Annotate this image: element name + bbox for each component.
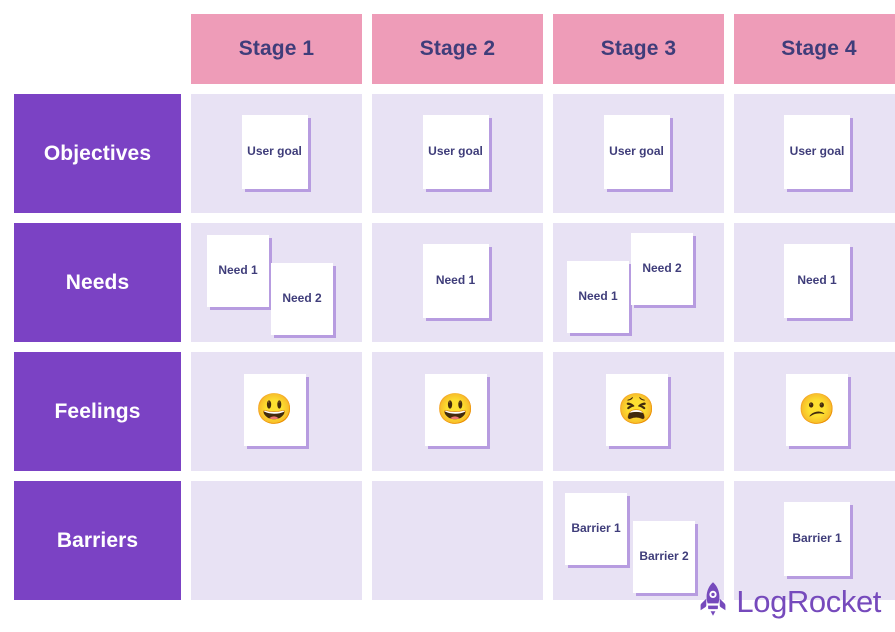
logrocket-wordmark: LogRocket: [736, 583, 881, 619]
distressed-face-emoji: 😫: [617, 392, 656, 426]
sticky-note-text: Barrier 1: [792, 530, 842, 545]
sticky-note-text: Need 1: [578, 289, 618, 304]
sticky-note[interactable]: User goal: [241, 114, 308, 189]
sticky-note-text: User goal: [789, 143, 845, 158]
cell-barriers-stage2[interactable]: [372, 481, 543, 600]
sticky-note-text: Need 2: [642, 261, 682, 276]
sticky-note[interactable]: User goal: [603, 114, 670, 189]
stage-header-label: Stage 1: [238, 37, 315, 60]
cell-objectives-stage4[interactable]: User goal: [734, 94, 895, 213]
row-header-needs[interactable]: Needs: [14, 223, 181, 342]
row-header-label: Objectives: [43, 141, 152, 165]
sticky-note[interactable]: Barrier 1: [784, 501, 850, 576]
sticky-note-text: Need 1: [218, 263, 258, 278]
stage-header-1[interactable]: Stage 1: [191, 14, 362, 84]
sticky-note-text: User goal: [247, 143, 302, 158]
rocket-icon: [696, 581, 730, 622]
stage-header-2[interactable]: Stage 2: [372, 14, 543, 84]
sticky-note[interactable]: Need 1: [207, 235, 269, 307]
row-header-label: Needs: [65, 270, 130, 294]
cell-needs-stage2[interactable]: Need 1: [372, 223, 543, 342]
sticky-note[interactable]: 😫: [605, 373, 668, 446]
sticky-note-text: User goal: [428, 143, 483, 158]
cell-feelings-stage3[interactable]: 😫: [553, 352, 724, 471]
sticky-note[interactable]: Need 1: [567, 261, 629, 333]
logrocket-logo: LogRocket: [696, 581, 881, 622]
cell-objectives-stage2[interactable]: User goal: [372, 94, 543, 213]
sticky-note-text: Barrier 2: [639, 549, 689, 564]
cell-feelings-stage2[interactable]: 😃: [372, 352, 543, 471]
sticky-note[interactable]: 😕: [786, 373, 848, 446]
sticky-note[interactable]: 😃: [243, 373, 306, 446]
grinning-face-emoji: 😃: [255, 392, 294, 426]
sticky-note[interactable]: Barrier 1: [565, 493, 627, 565]
stage-header-label: Stage 4: [781, 37, 857, 60]
confused-face-emoji: 😕: [798, 392, 836, 426]
cell-feelings-stage1[interactable]: 😃: [191, 352, 362, 471]
cell-objectives-stage1[interactable]: User goal: [191, 94, 362, 213]
cell-feelings-stage4[interactable]: 😕: [734, 352, 895, 471]
row-header-barriers[interactable]: Barriers: [14, 481, 181, 600]
sticky-note-text: Need 2: [282, 291, 322, 306]
row-header-label: Feelings: [54, 399, 141, 423]
experience-map-grid: Stage 1 Stage 2 Stage 3 Stage 4 Objectiv…: [14, 14, 895, 600]
stage-header-label: Stage 2: [419, 37, 496, 60]
stage-header-4[interactable]: Stage 4: [734, 14, 895, 84]
sticky-note[interactable]: Need 1: [422, 243, 489, 318]
sticky-note-text: User goal: [609, 143, 664, 158]
sticky-note[interactable]: Need 2: [631, 233, 693, 305]
sticky-note-text: Need 1: [435, 272, 476, 287]
cell-needs-stage4[interactable]: Need 1: [734, 223, 895, 342]
stage-header-3[interactable]: Stage 3: [553, 14, 724, 84]
row-header-label: Barriers: [56, 528, 139, 552]
cell-barriers-stage1[interactable]: [191, 481, 362, 600]
cell-objectives-stage3[interactable]: User goal: [553, 94, 724, 213]
sticky-note-text: Need 1: [797, 272, 837, 287]
sticky-note[interactable]: Barrier 2: [633, 521, 695, 593]
sticky-note[interactable]: 😃: [424, 373, 487, 446]
sticky-note[interactable]: User goal: [784, 114, 850, 189]
stage-header-label: Stage 3: [600, 37, 677, 60]
sticky-note[interactable]: Need 2: [271, 263, 333, 335]
cell-needs-stage3[interactable]: Need 1 Need 2: [553, 223, 724, 342]
grinning-face-emoji: 😃: [436, 392, 475, 426]
grid-corner-spacer: [14, 14, 181, 84]
sticky-note[interactable]: User goal: [422, 114, 489, 189]
sticky-note-text: Barrier 1: [571, 521, 621, 536]
row-header-feelings[interactable]: Feelings: [14, 352, 181, 471]
sticky-note[interactable]: Need 1: [784, 243, 850, 318]
cell-needs-stage1[interactable]: Need 1 Need 2: [191, 223, 362, 342]
row-header-objectives[interactable]: Objectives: [14, 94, 181, 213]
